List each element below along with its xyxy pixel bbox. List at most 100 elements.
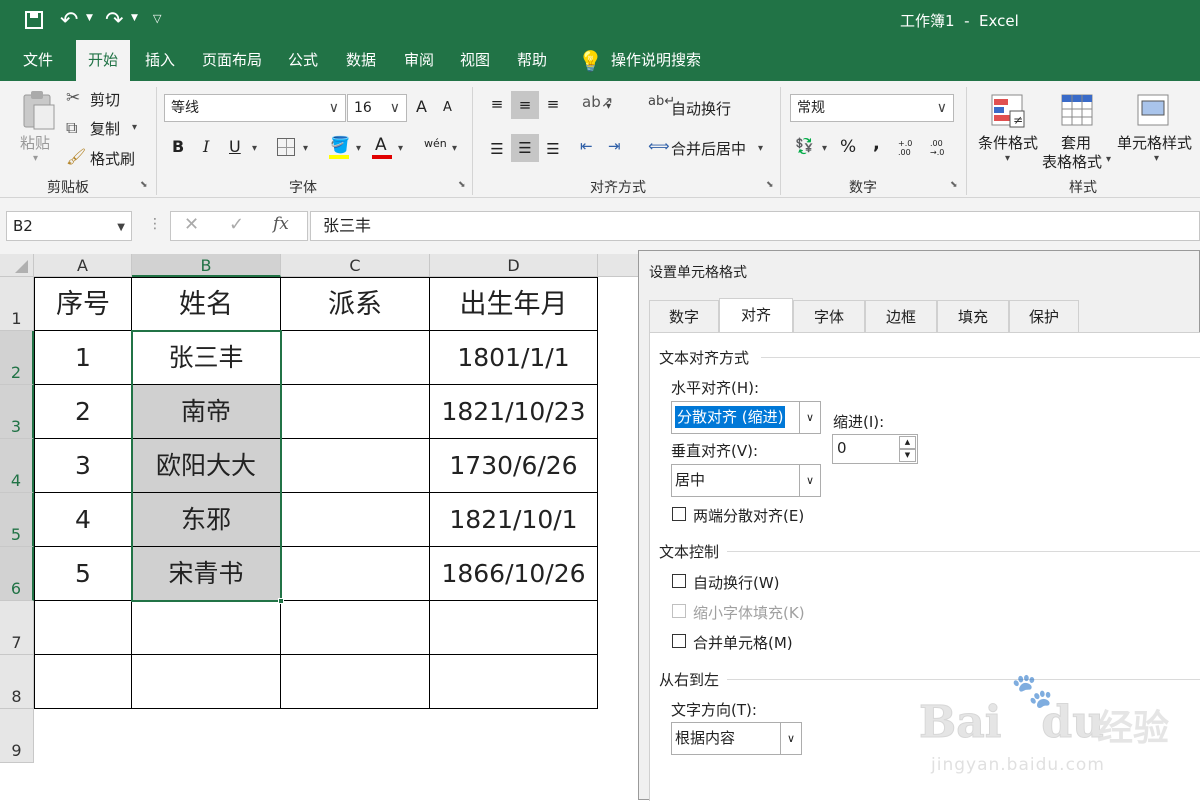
undo-dropdown-icon[interactable]: ▼ (86, 13, 93, 23)
increase-indent-icon[interactable]: ⇥ (608, 137, 621, 155)
phonetic-dropdown-icon[interactable]: ▾ (452, 143, 457, 154)
decrease-indent-icon[interactable]: ⇤ (580, 137, 593, 155)
tab-alignment[interactable]: 对齐 (719, 298, 793, 333)
fill-color-dropdown-icon[interactable]: ▾ (356, 143, 361, 154)
cell-d1[interactable]: 出生年月 (430, 277, 598, 331)
format-as-table-dropdown-icon[interactable]: ▾ (1106, 154, 1111, 165)
row-header-9[interactable]: 9 (0, 709, 34, 763)
borders-icon[interactable] (277, 138, 295, 156)
cell-d2[interactable]: 1801/1/1 (430, 331, 598, 385)
cell-d5[interactable]: 1821/10/1 (430, 493, 598, 547)
cell-b1[interactable]: 姓名 (132, 277, 281, 331)
cell-d7[interactable] (430, 601, 598, 655)
row-header-8[interactable]: 8 (0, 655, 34, 709)
customize-qat-icon[interactable]: ▽ (153, 12, 161, 25)
tab-data[interactable]: 数据 (336, 40, 386, 81)
cell-c7[interactable] (281, 601, 430, 655)
row-header-6[interactable]: 6 (0, 547, 34, 601)
bold-button[interactable]: B (172, 137, 184, 156)
fill-color-icon[interactable]: 🪣 (330, 135, 350, 154)
cell-a3[interactable]: 2 (34, 385, 132, 439)
tab-number[interactable]: 数字 (649, 300, 719, 332)
confirm-icon[interactable]: ✓ (229, 214, 244, 235)
italic-button[interactable]: I (203, 137, 209, 156)
align-bottom-icon[interactable]: ≡ (542, 93, 564, 115)
paste-icon[interactable] (20, 89, 56, 131)
merge-center-button[interactable]: 合并后居中 (671, 138, 746, 159)
font-color-dropdown-icon[interactable]: ▾ (398, 143, 403, 154)
fill-handle[interactable] (278, 598, 284, 604)
cell-b7[interactable] (132, 601, 281, 655)
more-icon[interactable]: ⋮ (148, 216, 162, 232)
shrink-font-button[interactable]: A (443, 100, 452, 115)
tab-page-layout[interactable]: 页面布局 (194, 40, 270, 81)
font-color-button[interactable]: A (375, 135, 387, 155)
tab-font[interactable]: 字体 (793, 300, 865, 332)
accounting-dropdown-icon[interactable]: ▾ (822, 143, 827, 154)
tell-me-search[interactable]: 操作说明搜索 (606, 40, 706, 81)
spin-down-icon[interactable]: ▼ (899, 449, 916, 462)
tab-insert[interactable]: 插入 (134, 40, 186, 81)
row-header-2[interactable]: 2 (0, 331, 34, 385)
redo-dropdown-icon[interactable]: ▼ (131, 13, 138, 23)
increase-decimal-button[interactable]: +.0 .00 (898, 139, 924, 157)
align-left-icon[interactable]: ☰ (486, 138, 508, 160)
tab-file[interactable]: 文件 (12, 40, 64, 81)
cell-a4[interactable]: 3 (34, 439, 132, 493)
cell-c1[interactable]: 派系 (281, 277, 430, 331)
wrap-text-checkbox[interactable] (672, 574, 686, 588)
number-launcher-icon[interactable]: ⬊ (950, 180, 958, 190)
orientation-dropdown-icon[interactable]: ▾ (606, 101, 611, 112)
cell-styles-dropdown-icon[interactable]: ▾ (1154, 153, 1159, 164)
alignment-launcher-icon[interactable]: ⬊ (766, 180, 774, 190)
tab-fill[interactable]: 填充 (937, 300, 1009, 332)
align-middle-icon[interactable]: ≡ (511, 91, 539, 119)
save-icon[interactable] (24, 10, 44, 30)
text-direction-select[interactable]: 根据内容 ∨ (671, 722, 802, 755)
insert-function-icon[interactable]: fx (273, 214, 289, 234)
select-all-corner[interactable] (0, 254, 34, 277)
row-header-4[interactable]: 4 (0, 439, 34, 493)
tab-home[interactable]: 开始 (76, 40, 130, 81)
phonetic-button[interactable]: wén (424, 137, 447, 150)
column-header-e[interactable] (598, 254, 640, 277)
row-header-1[interactable]: 1 (0, 277, 34, 331)
cell-c2[interactable] (281, 331, 430, 385)
decrease-decimal-button[interactable]: .00 →.0 (930, 139, 956, 157)
paste-dropdown-icon[interactable]: ▾ (33, 153, 38, 164)
chevron-down-icon[interactable]: ∨ (799, 402, 820, 433)
column-header-d[interactable]: D (430, 254, 598, 277)
align-center-icon[interactable]: ☰ (511, 134, 539, 162)
redo-icon[interactable]: ↷ (105, 8, 123, 33)
name-box-dropdown-icon[interactable]: ▼ (117, 214, 125, 242)
cell-c4[interactable] (281, 439, 430, 493)
paste-button[interactable]: 粘贴 (20, 132, 50, 153)
cut-button[interactable]: 剪切 (90, 89, 120, 110)
font-launcher-icon[interactable]: ⬊ (458, 180, 466, 190)
cell-d8[interactable] (430, 655, 598, 709)
clipboard-launcher-icon[interactable]: ⬊ (140, 180, 148, 190)
align-right-icon[interactable]: ☰ (542, 138, 564, 160)
number-format-select[interactable]: 常规 ∨ (790, 94, 954, 122)
format-as-table-button-line2[interactable]: 表格格式 (1042, 151, 1102, 172)
cell-c3[interactable] (281, 385, 430, 439)
align-top-icon[interactable]: ≡ (486, 93, 508, 115)
justify-distributed-checkbox[interactable] (672, 507, 686, 521)
undo-icon[interactable]: ↶ (60, 8, 78, 33)
wrap-text-button[interactable]: 自动换行 (671, 98, 731, 119)
merge-dropdown-icon[interactable]: ▾ (758, 143, 763, 154)
tab-help[interactable]: 帮助 (508, 40, 556, 81)
chevron-down-icon[interactable]: ∨ (799, 465, 820, 496)
cell-a2[interactable]: 1 (34, 331, 132, 385)
percent-button[interactable]: % (840, 137, 856, 157)
cell-c6[interactable] (281, 547, 430, 601)
column-header-b[interactable]: B (132, 254, 281, 277)
cell-b8[interactable] (132, 655, 281, 709)
row-header-5[interactable]: 5 (0, 493, 34, 547)
tab-review[interactable]: 审阅 (394, 40, 444, 81)
cell-styles-button[interactable]: 单元格样式 (1117, 132, 1192, 153)
cell-a5[interactable]: 4 (34, 493, 132, 547)
cell-a1[interactable]: 序号 (34, 277, 132, 331)
font-size-select[interactable]: 16 ∨ (347, 94, 407, 122)
row-header-7[interactable]: 7 (0, 601, 34, 655)
